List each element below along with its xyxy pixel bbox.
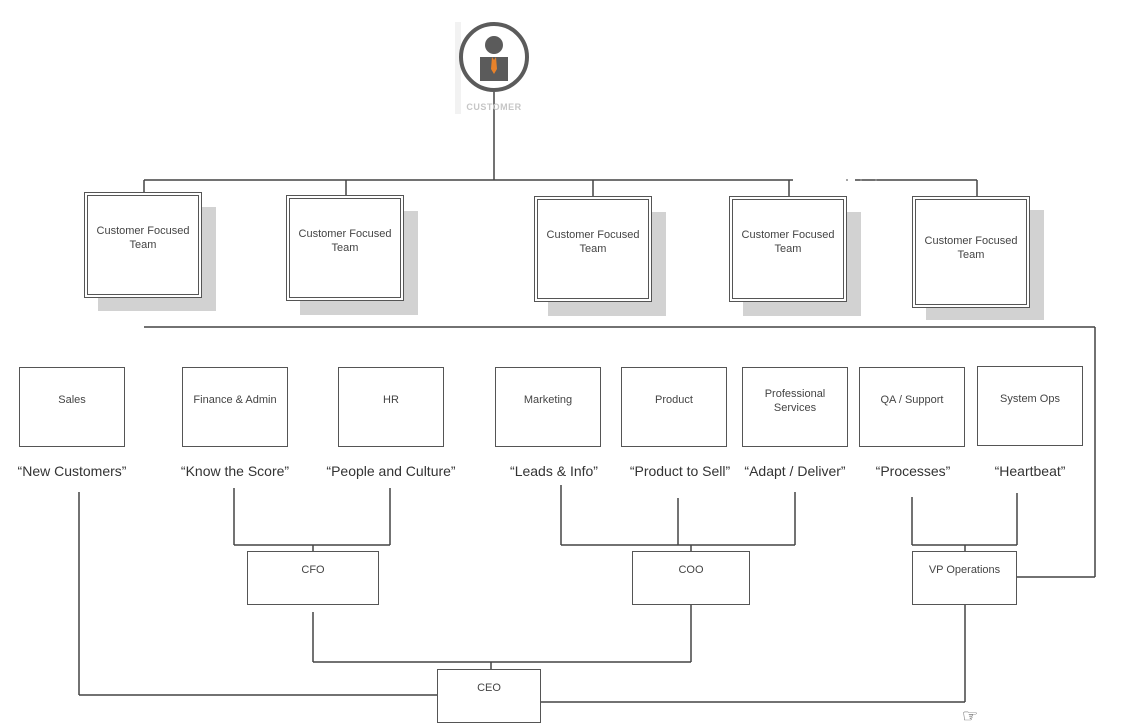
team-label: Customer Focused Team: [298, 228, 392, 254]
exec-title: COO: [678, 564, 704, 576]
exec-title: CEO: [477, 682, 501, 694]
department-tagline: “People and Culture”: [326, 463, 456, 479]
pointing-hand-cursor-icon: ☞: [962, 706, 979, 726]
customer-focused-team[interactable]: Customer Focused Team: [84, 192, 202, 298]
department-professional-services[interactable]: Professional Services: [742, 367, 848, 447]
department-finance-admin[interactable]: Finance & Admin: [182, 367, 288, 447]
exec-vp-operations[interactable]: VP Operations: [912, 551, 1017, 605]
exec-title: CFO: [301, 564, 325, 576]
exec-coo[interactable]: COO: [632, 551, 750, 605]
exec-cfo[interactable]: CFO: [247, 551, 379, 605]
customer-label: CUSTOMER: [466, 102, 522, 112]
department-name: System Ops: [1000, 393, 1060, 405]
department-name: Sales: [58, 394, 86, 406]
customer-focused-team[interactable]: Customer Focused Team: [912, 196, 1030, 308]
department-system-ops[interactable]: System Ops: [977, 366, 1083, 446]
department-name: Professional Services: [764, 388, 826, 414]
department-tagline: “Know the Score”: [180, 463, 290, 479]
team-label: Customer Focused Team: [546, 229, 640, 255]
team-label: Customer Focused Team: [96, 225, 190, 251]
connector-lines: [78, 22, 1096, 703]
department-product[interactable]: Product: [621, 367, 727, 447]
department-name: QA / Support: [880, 394, 944, 406]
department-tagline: “New Customers”: [17, 463, 127, 479]
team-label: Customer Focused Team: [924, 235, 1018, 261]
department-name: HR: [383, 394, 399, 406]
customer-focused-team[interactable]: Customer Focused Team: [286, 195, 404, 301]
team-label: Customer Focused Team: [741, 229, 835, 255]
exec-title: VP Operations: [928, 564, 1001, 576]
department-name: Product: [655, 394, 693, 406]
department-tagline: “Heartbeat”: [994, 463, 1066, 479]
department-qa-support[interactable]: QA / Support: [859, 367, 965, 447]
department-sales[interactable]: Sales: [19, 367, 125, 447]
department-marketing[interactable]: Marketing: [495, 367, 601, 447]
department-hr[interactable]: HR: [338, 367, 444, 447]
customer-person-icon: [455, 22, 529, 114]
customer-focused-team[interactable]: Customer Focused Team: [534, 196, 652, 302]
exec-ceo[interactable]: CEO: [437, 669, 541, 723]
department-name: Finance & Admin: [193, 394, 277, 406]
department-name: Marketing: [523, 394, 573, 406]
customer-focused-team[interactable]: Customer Focused Team: [729, 196, 847, 302]
